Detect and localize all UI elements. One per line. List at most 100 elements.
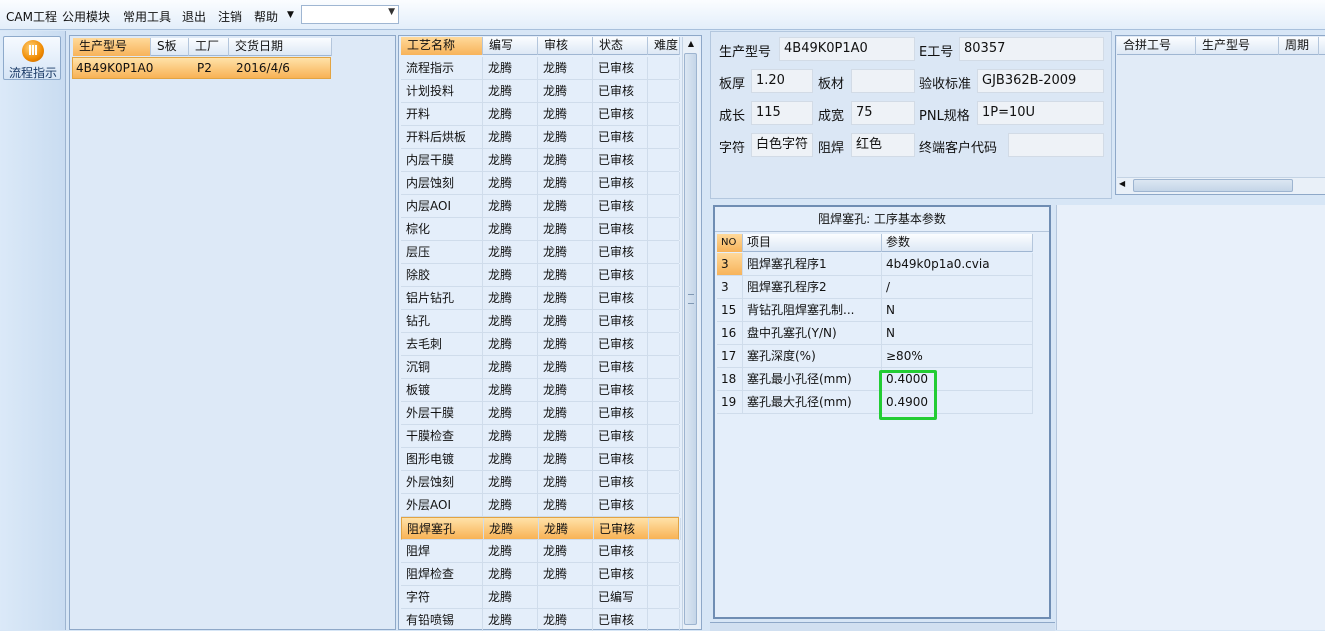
process-row[interactable]: 钻孔 龙腾 龙腾 已审核: [401, 310, 680, 333]
customer-label: 终端客户代码: [919, 141, 998, 156]
process-row[interactable]: 开料后烘板 龙腾 龙腾 已审核: [401, 126, 680, 149]
process-row[interactable]: 棕化 龙腾 龙腾 已审核: [401, 218, 680, 241]
params-col-no[interactable]: NO: [717, 234, 743, 252]
process-row[interactable]: 阻焊塞孔 龙腾 龙腾 已审核: [401, 517, 681, 540]
process-difficulty: [648, 609, 680, 631]
process-writer: 龙腾: [483, 540, 538, 562]
mask-field[interactable]: 红色: [851, 133, 915, 157]
process-row[interactable]: 内层干膜 龙腾 龙腾 已审核: [401, 149, 680, 172]
param-row[interactable]: 18 塞孔最小孔径(mm) 0.4000: [717, 368, 1033, 391]
process-col-name[interactable]: 工艺名称: [401, 37, 483, 55]
menu-exit[interactable]: 退出: [182, 8, 206, 25]
menu-logout[interactable]: 注销: [218, 8, 242, 25]
process-row[interactable]: 图形电镀 龙腾 龙腾 已审核: [401, 448, 680, 471]
process-row[interactable]: 干膜检查 龙腾 龙腾 已审核: [401, 425, 680, 448]
params-col-value[interactable]: 参数: [882, 234, 1033, 252]
merge-col-model[interactable]: 生产型号: [1196, 37, 1279, 55]
process-name: 去毛刺: [401, 333, 483, 355]
process-row[interactable]: 外层AOI 龙腾 龙腾 已审核: [401, 494, 680, 517]
process-row[interactable]: 去毛刺 龙腾 龙腾 已审核: [401, 333, 680, 356]
process-col-status[interactable]: 状态: [593, 37, 648, 55]
param-row[interactable]: 3 阻焊塞孔程序1 4b49k0p1a0.cvia: [717, 253, 1033, 276]
process-name: 内层AOI: [401, 195, 483, 217]
customer-field[interactable]: [1008, 133, 1104, 157]
process-writer: 龙腾: [483, 126, 538, 148]
process-row[interactable]: 板镀 龙腾 龙腾 已审核: [401, 379, 680, 402]
process-row[interactable]: 内层AOI 龙腾 龙腾 已审核: [401, 195, 680, 218]
process-difficulty: [648, 218, 680, 240]
orders-col-sboard[interactable]: S板: [151, 38, 189, 56]
merge-scroll-thumb[interactable]: [1133, 179, 1293, 192]
process-status: 已审核: [593, 471, 648, 493]
process-row[interactable]: 铝片钻孔 龙腾 龙腾 已审核: [401, 287, 680, 310]
process-scroll-thumb[interactable]: [684, 53, 697, 625]
detail-empty-area: [1056, 205, 1325, 630]
param-row[interactable]: 15 背钻孔阻焊塞孔制... N: [717, 299, 1033, 322]
merge-scrollbar[interactable]: ◀: [1117, 177, 1325, 194]
process-status: 已审核: [593, 126, 648, 148]
param-row[interactable]: 16 盘中孔塞孔(Y/N) N: [717, 322, 1033, 345]
material-field[interactable]: [851, 69, 915, 93]
scroll-up-icon[interactable]: ▲: [684, 37, 698, 51]
process-name: 铝片钻孔: [401, 287, 483, 309]
process-col-reviewer[interactable]: 审核: [538, 37, 593, 55]
orders-col-model[interactable]: 生产型号: [73, 38, 151, 56]
process-difficulty: [648, 425, 680, 447]
process-row[interactable]: 计划投料 龙腾 龙腾 已审核: [401, 80, 680, 103]
width-field[interactable]: 75: [851, 101, 915, 125]
standard-field[interactable]: GJB362B-2009: [977, 69, 1104, 93]
process-reviewer: 龙腾: [538, 540, 593, 562]
orders-col-factory[interactable]: 工厂: [189, 38, 229, 56]
help-dropdown-arrow-icon[interactable]: ▼: [287, 10, 294, 20]
process-difficulty: [648, 356, 680, 378]
process-row[interactable]: 阻焊检查 龙腾 龙腾 已审核: [401, 563, 680, 586]
process-row[interactable]: 流程指示 龙腾 龙腾 已审核: [401, 57, 680, 80]
process-name: 沉铜: [401, 356, 483, 378]
process-row[interactable]: 沉铜 龙腾 龙腾 已审核: [401, 356, 680, 379]
scroll-left-icon[interactable]: ◀: [1119, 179, 1125, 188]
process-reviewer: 龙腾: [538, 126, 593, 148]
menu-common-tools[interactable]: 常用工具: [123, 8, 171, 25]
process-row[interactable]: 内层蚀刻 龙腾 龙腾 已审核: [401, 172, 680, 195]
param-value: 4b49k0p1a0.cvia: [882, 253, 1033, 275]
orders-panel: 生产型号 S板 工厂 交货日期 4B49K0P1A0 P2 2016/4/6: [69, 35, 396, 630]
menu-common-module[interactable]: 公用模块: [62, 8, 110, 25]
thickness-field[interactable]: 1.20: [751, 69, 813, 93]
process-reviewer: 龙腾: [538, 425, 593, 447]
process-writer: 龙腾: [483, 609, 538, 631]
merge-col-period[interactable]: 周期: [1279, 37, 1319, 55]
process-row[interactable]: 除胶 龙腾 龙腾 已审核: [401, 264, 680, 287]
order-row[interactable]: 4B49K0P1A0 P2 2016/4/6: [72, 57, 331, 79]
process-name: 开料: [401, 103, 483, 125]
menu-cam-project[interactable]: CAM工程: [6, 8, 57, 25]
process-col-difficulty[interactable]: 难度: [648, 37, 680, 55]
params-col-item[interactable]: 项目: [743, 234, 882, 252]
process-row[interactable]: 开料 龙腾 龙腾 已审核: [401, 103, 680, 126]
process-scrollbar[interactable]: ▲: [682, 37, 699, 629]
menu-help[interactable]: 帮助: [254, 8, 278, 25]
length-field[interactable]: 115: [751, 101, 813, 125]
orders-col-date[interactable]: 交货日期: [229, 38, 332, 56]
flow-indicator-button[interactable]: 流程指示: [3, 36, 61, 80]
process-status: 已审核: [593, 310, 648, 332]
process-row[interactable]: 字符 龙腾 已编写: [401, 586, 680, 609]
process-col-writer[interactable]: 编写: [483, 37, 538, 55]
flow-indicator-icon: [22, 40, 44, 62]
process-row[interactable]: 层压 龙腾 龙腾 已审核: [401, 241, 680, 264]
pnl-field[interactable]: 1P=10U: [977, 101, 1104, 125]
process-row[interactable]: 有铅喷锡 龙腾 龙腾 已审核: [401, 609, 680, 631]
char-field[interactable]: 白色字符: [751, 133, 813, 157]
process-writer: 龙腾: [483, 563, 538, 585]
process-row[interactable]: 外层蚀刻 龙腾 龙腾 已审核: [401, 471, 680, 494]
model-field[interactable]: 4B49K0P1A0: [779, 37, 915, 61]
eno-field[interactable]: 80357: [959, 37, 1104, 61]
params-title: 阻焊塞孔: 工序基本参数: [715, 207, 1049, 232]
merge-col-eno[interactable]: 合拼工号: [1117, 37, 1196, 55]
process-row[interactable]: 外层干膜 龙腾 龙腾 已审核: [401, 402, 680, 425]
process-row[interactable]: 阻焊 龙腾 龙腾 已审核: [401, 540, 680, 563]
param-row[interactable]: 19 塞孔最大孔径(mm) 0.4900: [717, 391, 1033, 414]
menu-combo-box[interactable]: ▼: [301, 5, 399, 24]
process-difficulty: [648, 310, 680, 332]
param-row[interactable]: 17 塞孔深度(%) ≥80%: [717, 345, 1033, 368]
param-row[interactable]: 3 阻焊塞孔程序2/: [717, 276, 1033, 299]
